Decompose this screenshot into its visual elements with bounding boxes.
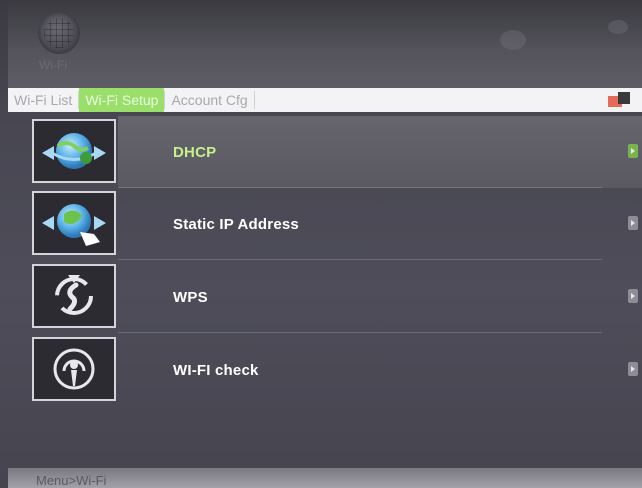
globe-arrows-icon — [32, 119, 116, 183]
footer-bar: Menu>Wi-Fi — [8, 468, 642, 488]
menu-item-wps[interactable]: WPS — [8, 261, 642, 333]
menu-item-label: WI-FI check — [173, 361, 259, 379]
menu-item-static-ip[interactable]: Static IP Address — [8, 188, 642, 260]
row-divider — [118, 259, 602, 260]
menu-list: DHCP Static IP Address WPS WI-FI check — [8, 116, 642, 416]
tab-divider — [253, 91, 255, 109]
decorative-shape — [608, 20, 628, 34]
header: Wi-Fi — [8, 0, 642, 88]
wifi-signal-icon — [32, 337, 116, 401]
menu-item-label: WPS — [173, 288, 208, 306]
chevron-right-icon — [628, 362, 638, 376]
menu-item-dhcp[interactable]: DHCP — [8, 116, 642, 188]
globe-hand-icon — [32, 191, 116, 255]
menu-item-wifi-check[interactable]: WI-FI check — [8, 334, 642, 406]
chevron-right-icon — [628, 144, 638, 158]
tab-account-cfg[interactable]: Account Cfg — [165, 88, 253, 112]
menu-item-label: Static IP Address — [173, 215, 299, 233]
chevron-right-icon — [628, 216, 638, 230]
tab-wifi-list[interactable]: Wi-Fi List — [8, 88, 78, 112]
tab-bar: Wi-Fi List Wi-Fi Setup Account Cfg — [8, 88, 642, 112]
chevron-right-icon — [628, 289, 638, 303]
logo-caption: Wi-Fi — [39, 58, 67, 72]
wifi-globe-logo-icon — [38, 12, 80, 54]
language-flag-icon[interactable] — [608, 92, 630, 108]
menu-item-label: DHCP — [173, 143, 217, 161]
row-divider — [118, 332, 602, 333]
decorative-shape — [500, 30, 526, 50]
refresh-wps-icon — [32, 264, 116, 328]
screen: Wi-Fi Wi-Fi List Wi-Fi Setup Account Cfg — [0, 0, 642, 488]
tab-wifi-setup[interactable]: Wi-Fi Setup — [79, 88, 165, 112]
breadcrumb: Menu>Wi-Fi — [36, 473, 107, 488]
